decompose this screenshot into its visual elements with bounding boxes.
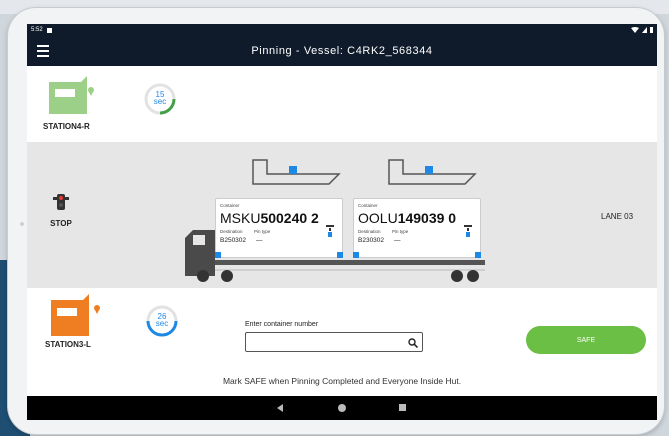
lane-label: LANE 03 xyxy=(601,212,634,221)
container-label: Container xyxy=(220,203,240,208)
timer-unit: sec xyxy=(155,319,169,328)
corner-casting xyxy=(353,252,359,258)
app-screen: 5:52 Pinning - Vessel: C4RK2_568344 STAT… xyxy=(27,24,657,420)
search-icon[interactable] xyxy=(408,338,418,348)
lane-section: STOP Container MSKU500240 2 Destination … xyxy=(27,142,657,288)
nav-recent-icon[interactable] xyxy=(399,404,406,411)
destination-label: Destination xyxy=(220,229,243,234)
destination-value: B250302 xyxy=(220,237,247,244)
status-bar: 5:52 xyxy=(27,24,657,36)
nav-home-icon[interactable] xyxy=(338,404,346,412)
station-top-label: STATION4-R xyxy=(43,122,90,131)
battery-icon xyxy=(650,27,653,33)
station-hut-icon xyxy=(49,76,94,114)
container-number: MSKU500240 2 xyxy=(220,210,319,226)
safe-button[interactable]: SAFE xyxy=(526,326,646,354)
station-bottom-timer: 26 sec xyxy=(145,304,179,338)
instruction-text: Mark SAFE when Pinning Completed and Eve… xyxy=(222,376,462,386)
station-top-section: STATION4-R 15 sec xyxy=(27,66,657,142)
container-card[interactable]: Container OOLU149039 0 Destination Pin t… xyxy=(353,198,481,258)
pin-type-label: Pin type xyxy=(254,229,271,234)
container-number-input[interactable] xyxy=(245,332,423,352)
corner-casting xyxy=(337,252,343,258)
destination-value: B230302 xyxy=(358,237,385,244)
station-bottom-section: STATION3-L 26 sec Enter container number… xyxy=(27,288,657,366)
notification-icon xyxy=(46,27,52,33)
menu-icon[interactable] xyxy=(37,45,49,57)
pin-type-icon xyxy=(464,225,472,237)
nav-back-icon[interactable] xyxy=(277,404,283,412)
timer-unit: sec xyxy=(153,97,167,106)
pin-type-value: — xyxy=(394,237,401,244)
camera-dot xyxy=(20,222,24,226)
status-time: 5:52 xyxy=(31,27,43,33)
signal-icon xyxy=(642,27,647,33)
page-title: Pinning - Vessel: C4RK2_568344 xyxy=(251,45,433,57)
ship-icon xyxy=(388,159,477,185)
system-nav-bar xyxy=(27,396,657,420)
pin-type-value: — xyxy=(256,237,263,244)
pin-type-label: Pin type xyxy=(392,229,409,234)
wifi-icon xyxy=(631,27,639,33)
app-bar: Pinning - Vessel: C4RK2_568344 xyxy=(27,36,657,66)
destination-label: Destination xyxy=(358,229,381,234)
corner-casting xyxy=(215,252,221,258)
station-bottom-label: STATION3-L xyxy=(45,340,91,349)
station-top-timer: 15 sec xyxy=(143,82,177,116)
container-label: Container xyxy=(358,203,378,208)
search-input-label: Enter container number xyxy=(245,321,319,328)
ship-icon xyxy=(252,159,341,185)
station-hut-icon xyxy=(51,294,100,336)
container-card[interactable]: Container MSKU500240 2 Destination Pin t… xyxy=(215,198,343,258)
corner-casting xyxy=(475,252,481,258)
pin-type-icon xyxy=(326,225,334,237)
container-number: OOLU149039 0 xyxy=(358,210,457,226)
instruction-bar: Mark SAFE when Pinning Completed and Eve… xyxy=(27,366,657,396)
